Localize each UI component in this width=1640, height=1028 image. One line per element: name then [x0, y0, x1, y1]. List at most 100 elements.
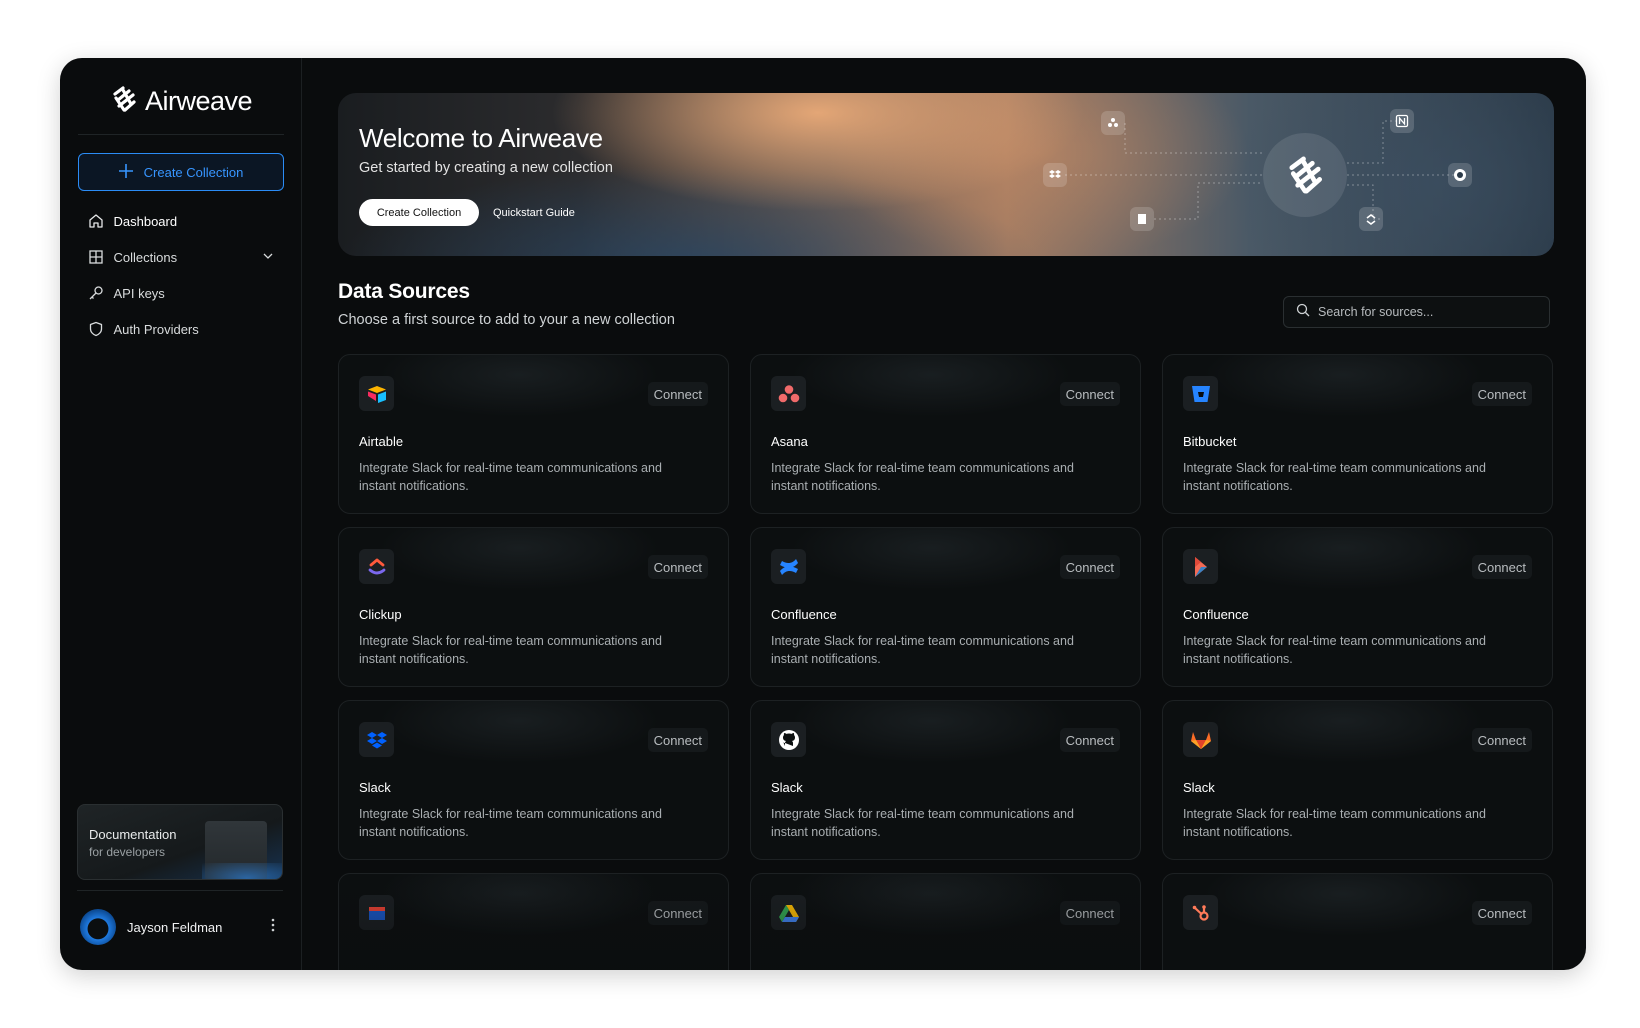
source-card-confluence[interactable]: Connect Confluence Integrate Slack for r…	[750, 527, 1141, 687]
connect-button[interactable]: Connect	[647, 555, 708, 579]
source-name: Slack	[1183, 780, 1215, 795]
key-icon	[88, 285, 104, 301]
connect-button[interactable]: Connect	[1471, 555, 1532, 579]
chevron-down-icon[interactable]	[262, 250, 274, 265]
dropbox-icon	[359, 722, 394, 757]
source-card-slack-dropbox[interactable]: Connect Slack Integrate Slack for real-t…	[338, 700, 729, 860]
connect-button[interactable]: Connect	[1471, 728, 1532, 752]
source-description: Integrate Slack for real-time team commu…	[359, 634, 662, 666]
documentation-subtitle: for developers	[89, 845, 166, 859]
sidebar-item-auth-providers[interactable]: Auth Providers	[78, 311, 284, 347]
divider	[77, 890, 283, 891]
user-profile[interactable]: Jayson Feldman	[80, 908, 280, 946]
source-name: Airtable	[359, 434, 404, 449]
github-icon	[771, 722, 806, 757]
search-icon	[1296, 303, 1310, 322]
github-node-icon	[1448, 163, 1472, 187]
search-input[interactable]	[1318, 305, 1538, 319]
gitlab-icon	[1183, 722, 1218, 757]
sidebar-item-label: Auth Providers	[113, 321, 199, 337]
confluence-icon	[771, 549, 806, 584]
source-card-slack-gitlab[interactable]: Connect Slack Integrate Slack for real-t…	[1162, 700, 1553, 860]
connect-button[interactable]: Connect	[1059, 555, 1120, 579]
app-window: Airweave Create Collection Dashboard Col…	[60, 58, 1586, 970]
home-icon	[88, 213, 104, 229]
shield-icon	[88, 321, 104, 337]
airweave-hub-icon	[1263, 133, 1347, 217]
source-description: Integrate Slack for real-time team commu…	[771, 461, 1074, 493]
divider	[77, 134, 284, 135]
source-card-bitbucket[interactable]: Connect Bitbucket Integrate Slack for re…	[1162, 354, 1553, 514]
notion-node-icon	[1390, 109, 1414, 133]
sidebar-item-label: Dashboard	[113, 213, 178, 229]
source-card-clickup[interactable]: Connect Clickup Integrate Slack for real…	[338, 527, 729, 687]
welcome-banner: Welcome to Airweave Get started by creat…	[338, 93, 1554, 256]
sidebar-item-label: API keys	[113, 285, 165, 301]
calendar-icon	[359, 895, 394, 930]
source-description: Integrate Slack for real-time team commu…	[771, 807, 1074, 839]
asana-node-icon	[1101, 111, 1125, 135]
source-card-confluence-2[interactable]: Connect Confluence Integrate Slack for r…	[1162, 527, 1553, 687]
welcome-subtitle: Get started by creating a new collection	[359, 160, 613, 176]
source-description: Integrate Slack for real-time team commu…	[1183, 634, 1486, 666]
source-name: Slack	[771, 780, 803, 795]
source-search[interactable]	[1283, 296, 1550, 328]
brand[interactable]: Airweave	[109, 76, 253, 126]
sidebar-item-dashboard[interactable]: Dashboard	[78, 203, 284, 239]
documentation-glow	[202, 863, 282, 879]
source-name: Confluence	[771, 607, 837, 622]
data-source-grid: Connect Airtable Integrate Slack for rea…	[338, 354, 1554, 970]
sidebar-nav: Dashboard Collections API keys Auth Prov…	[78, 203, 284, 347]
source-description: Integrate Slack for real-time team commu…	[359, 461, 662, 493]
connect-button[interactable]: Connect	[647, 382, 708, 406]
sidebar-item-collections[interactable]: Collections	[78, 239, 284, 275]
source-description: Integrate Slack for real-time team commu…	[1183, 461, 1486, 493]
sidebar-item-label: Collections	[113, 249, 178, 265]
connect-button[interactable]: Connect	[647, 728, 708, 752]
sidebar: Airweave Create Collection Dashboard Col…	[60, 58, 302, 970]
source-name: Slack	[359, 780, 391, 795]
brand-name: Airweave	[144, 85, 253, 116]
coda-icon	[1183, 549, 1218, 584]
connect-button[interactable]: Connect	[1059, 728, 1120, 752]
hubspot-icon	[1183, 895, 1218, 930]
dropbox-node-icon	[1043, 163, 1067, 187]
more-options-icon[interactable]	[266, 918, 280, 937]
grid-icon	[88, 249, 104, 265]
documentation-title: Documentation	[89, 827, 177, 842]
connect-button[interactable]: Connect	[647, 901, 708, 925]
source-card-partial[interactable]: Connect	[338, 873, 729, 970]
document-node-icon	[1130, 207, 1154, 231]
connect-button[interactable]: Connect	[1059, 382, 1120, 406]
user-name: Jayson Feldman	[127, 919, 223, 935]
source-card-airtable[interactable]: Connect Airtable Integrate Slack for rea…	[338, 354, 729, 514]
source-name: Asana	[771, 434, 808, 449]
connect-button[interactable]: Connect	[1471, 901, 1532, 925]
data-sources-subtitle: Choose a first source to add to your a n…	[338, 312, 675, 328]
documentation-card[interactable]: Documentation for developers	[77, 804, 283, 880]
source-card-slack-github[interactable]: Connect Slack Integrate Slack for real-t…	[750, 700, 1141, 860]
hero-create-collection-button[interactable]: Create Collection	[359, 199, 479, 226]
plus-icon	[118, 163, 134, 182]
create-collection-label: Create Collection	[143, 164, 244, 180]
airweave-logo-icon	[109, 84, 139, 119]
source-description: Integrate Slack for real-time team commu…	[1183, 807, 1486, 839]
connect-button[interactable]: Connect	[1059, 901, 1120, 925]
main-content: Welcome to Airweave Get started by creat…	[302, 58, 1586, 970]
source-name: Clickup	[359, 607, 402, 622]
source-description: Integrate Slack for real-time team commu…	[771, 634, 1074, 666]
clickup-icon	[359, 549, 394, 584]
connect-button[interactable]: Connect	[1471, 382, 1532, 406]
create-collection-button[interactable]: Create Collection	[77, 153, 284, 191]
data-sources-title: Data Sources	[338, 280, 470, 303]
source-card-asana[interactable]: Connect Asana Integrate Slack for real-t…	[750, 354, 1141, 514]
source-card-partial[interactable]: Connect	[1162, 873, 1553, 970]
asana-icon	[771, 376, 806, 411]
source-description: Integrate Slack for real-time team commu…	[359, 807, 662, 839]
drive-icon	[771, 895, 806, 930]
airtable-icon	[359, 376, 394, 411]
avatar	[80, 909, 116, 945]
source-card-partial[interactable]: Connect	[750, 873, 1141, 970]
sidebar-item-api-keys[interactable]: API keys	[78, 275, 284, 311]
quickstart-guide-link[interactable]: Quickstart Guide	[493, 199, 575, 226]
